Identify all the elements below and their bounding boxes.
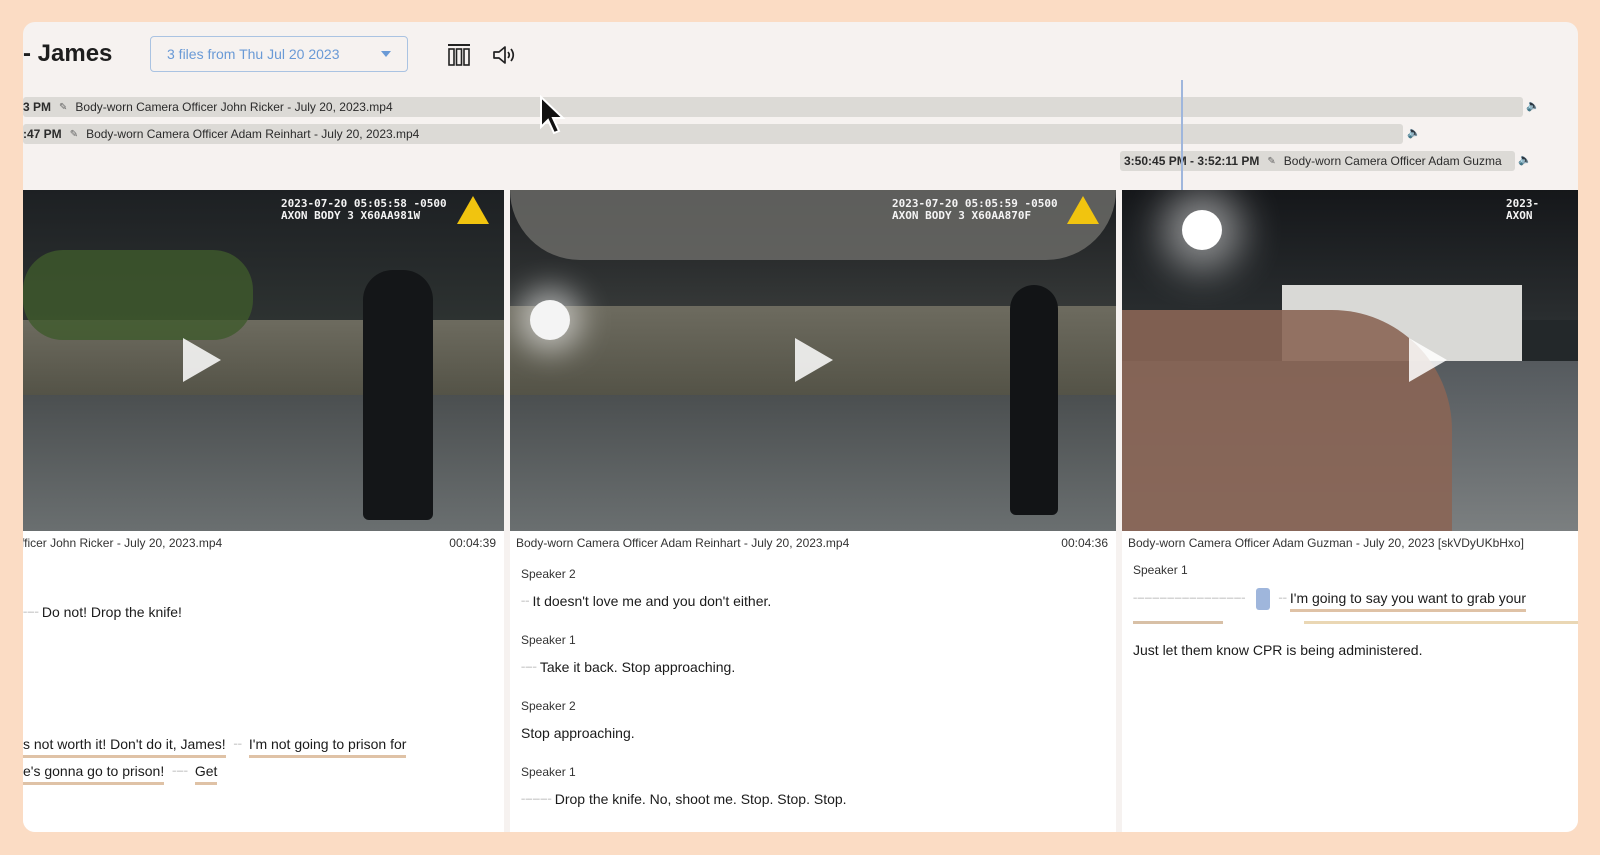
video-meta: fficer John Ricker - July 20, 2023.mp4 0… [23,531,504,555]
axon-logo-icon [1067,196,1099,224]
track-file-name: Body-worn Camera Officer John Ricker - J… [75,100,393,114]
transcript-line[interactable]: ╌╌╌╌ Drop the knife. No, shoot me. Stop. … [521,791,847,808]
speaker-icon[interactable]: 🔈 [1518,153,1532,166]
transcript-line[interactable]: ╌ It doesn't love me and you don't either… [521,593,771,610]
timeline-track-3[interactable]: 3:50:45 PM - 3:52:11 PM ✎ Body-worn Came… [1120,151,1515,171]
video-duration: 00:04:39 [449,536,496,550]
video-panel-2: 2023-07-20 05:05:59 -0500 AXON BODY 3 X6… [510,190,1116,832]
pencil-icon[interactable]: ✎ [70,129,78,140]
track-file-name: Body-worn Camera Officer Adam Guzma [1283,154,1502,168]
file-select-label: 3 files from Thu Jul 20 2023 [167,46,340,62]
speaker-icon[interactable]: 🔈 [1526,99,1540,112]
speaker-label: Speaker 2 [521,699,576,713]
video-file-name: Body-worn Camera Officer Adam Reinhart -… [516,536,850,550]
video-timestamp: 2023-07-20 05:05:58 -0500 AXON BODY 3 X6… [281,197,447,222]
track-time: 3 PM [23,100,52,114]
speaker-label: Speaker 1 [1133,563,1188,577]
track-time: 3:50:45 PM - 3:52:11 PM [1124,154,1260,168]
progress-underline [1133,621,1223,624]
transcript-line[interactable]: Just let them know CPR is being administ… [1133,642,1422,658]
timeline: 3 PM ✎ Body-worn Camera Officer John Ric… [23,80,1578,190]
hand-foreground [1122,310,1452,531]
file-select-dropdown[interactable]: 3 files from Thu Jul 20 2023 [150,36,408,72]
transcript-line[interactable]: Stop approaching. [521,725,635,741]
video-timestamp: 2023- AXON [1506,197,1540,222]
pencil-icon[interactable]: ✎ [59,102,67,113]
header: - James 3 files from Thu Jul 20 2023 [23,22,1578,92]
transcript-line[interactable]: e's gonna go to prison! ╌╌ Get [23,763,218,785]
video-panel-1: 2023-07-20 05:05:58 -0500 AXON BODY 3 X6… [23,190,504,832]
axon-logo-icon [457,196,489,224]
timeline-playhead[interactable] [1181,80,1183,190]
video-file-name: fficer John Ricker - July 20, 2023.mp4 [23,536,223,550]
chevron-down-icon [381,51,391,57]
pencil-icon[interactable]: ✎ [1267,156,1275,167]
video-file-name: Body-worn Camera Officer Adam Guzman - J… [1128,536,1524,550]
video-duration: 00:04:36 [1061,536,1108,550]
timeline-track-2[interactable]: :47 PM ✎ Body-worn Camera Officer Adam R… [23,124,1403,144]
speaker-label: Speaker 2 [521,567,576,581]
volume-icon[interactable] [491,42,517,68]
video-player-2[interactable]: 2023-07-20 05:05:59 -0500 AXON BODY 3 X6… [510,190,1116,531]
transcript-line[interactable]: s not worth it! Don't do it, James! ╌ I'… [23,736,407,758]
columns-view-icon[interactable] [446,42,472,68]
current-word-marker[interactable] [1256,588,1271,610]
timeline-track-1[interactable]: 3 PM ✎ Body-worn Camera Officer John Ric… [23,97,1523,117]
transcript-line[interactable]: ╌╌╌╌╌╌╌╌╌╌╌╌╌╌╌ ╌ I'm going to say you wan… [1133,588,1527,612]
transcript-line[interactable]: ╌╌ Do not! Drop the knife! [23,604,182,621]
officer-figure [1010,285,1058,515]
mouse-cursor-icon [540,95,566,135]
play-icon[interactable] [1409,338,1447,382]
track-file-name: Body-worn Camera Officer Adam Reinhart -… [86,127,420,141]
progress-underline [1304,621,1578,624]
speaker-label: Speaker 1 [521,633,576,647]
speaker-label: Speaker 1 [521,765,576,779]
video-panel-3: 2023- AXON Body-worn Camera Officer Adam… [1122,190,1578,832]
play-icon[interactable] [795,338,833,382]
video-meta: Body-worn Camera Officer Adam Reinhart -… [510,531,1116,555]
track-time: :47 PM [23,127,62,141]
page-title: - James [23,40,113,67]
transcript-line[interactable]: ╌╌ Take it back. Stop approaching. [521,659,735,676]
video-timestamp: 2023-07-20 05:05:59 -0500 AXON BODY 3 X6… [892,197,1058,222]
video-grid: 2023-07-20 05:05:58 -0500 AXON BODY 3 X6… [23,190,1578,832]
play-icon[interactable] [183,338,221,382]
video-meta: Body-worn Camera Officer Adam Guzman - J… [1122,531,1578,555]
speaker-icon[interactable]: 🔈 [1407,126,1421,139]
video-player-3[interactable]: 2023- AXON [1122,190,1578,531]
video-player-1[interactable]: 2023-07-20 05:05:58 -0500 AXON BODY 3 X6… [23,190,504,531]
officer-figure [363,270,433,520]
app-window: - James 3 files from Thu Jul 20 2023 3 P… [23,22,1578,832]
